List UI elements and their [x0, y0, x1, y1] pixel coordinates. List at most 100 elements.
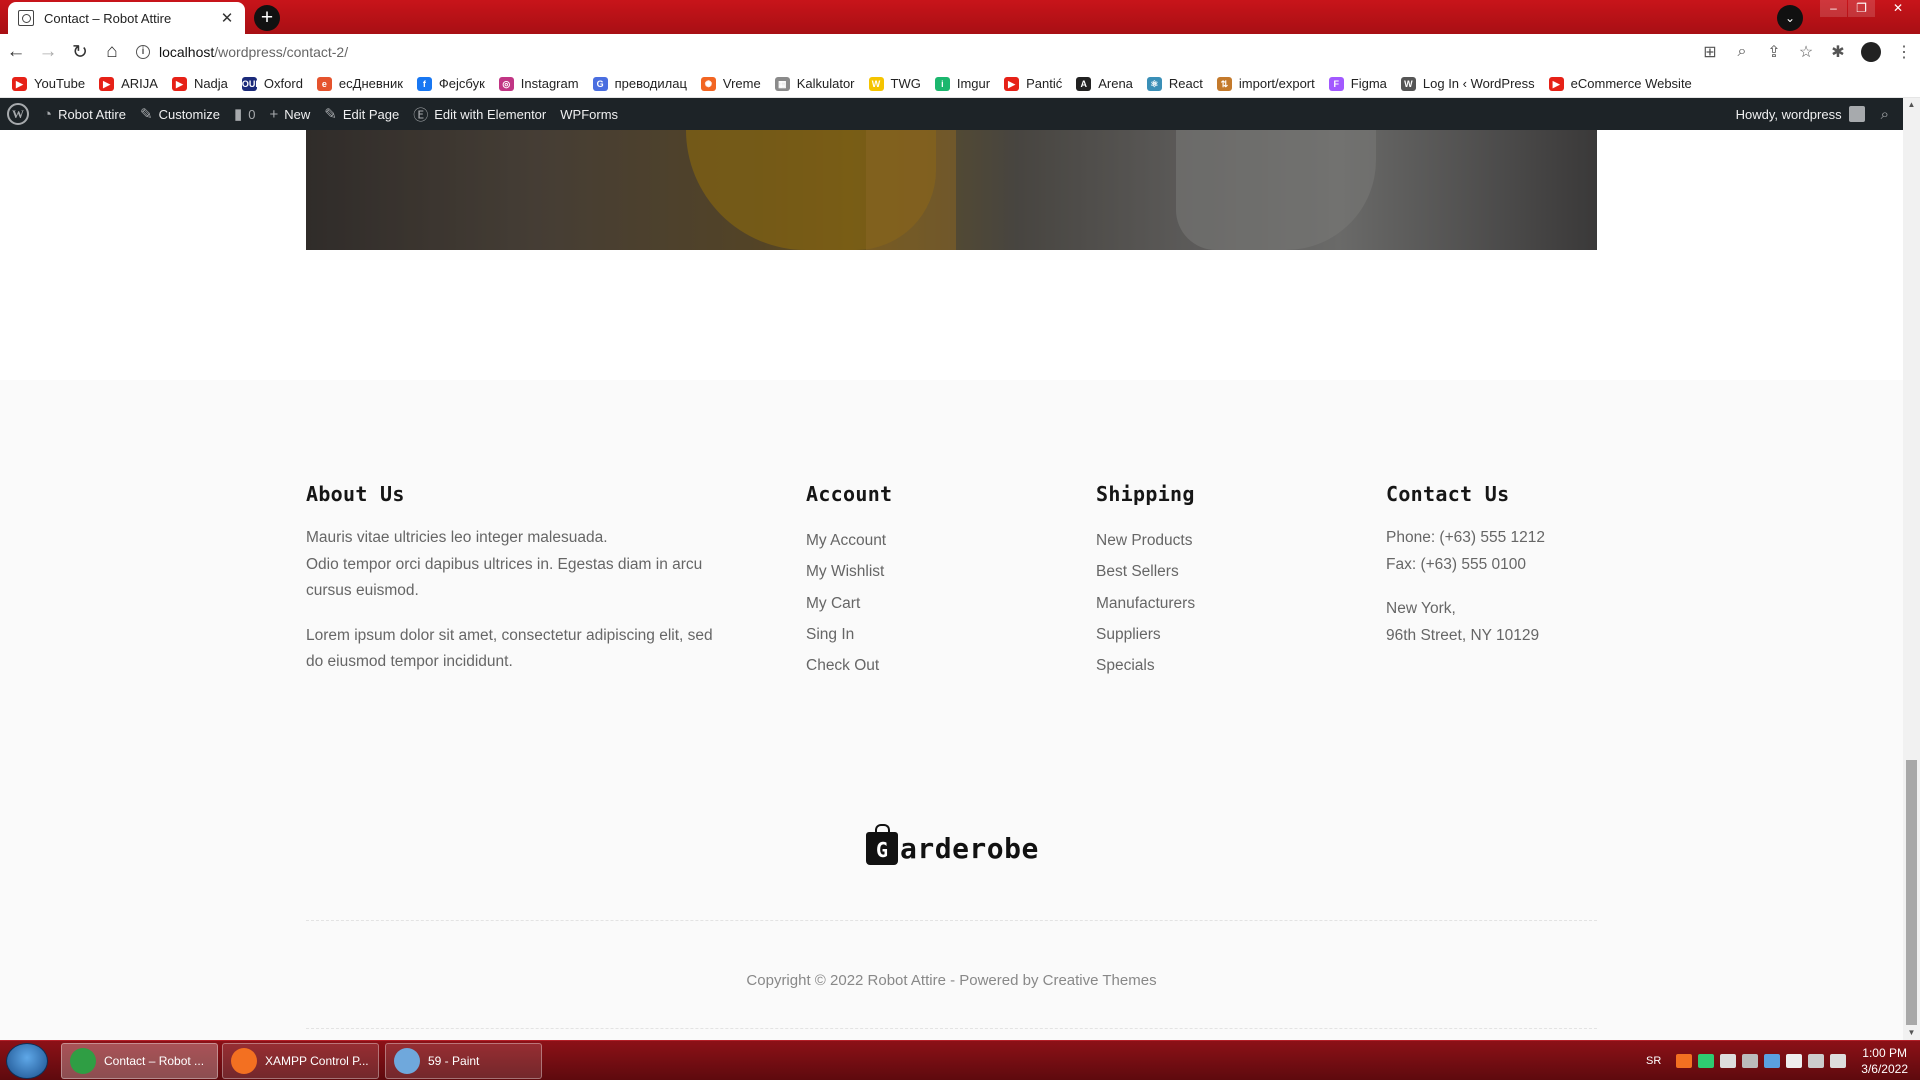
bookmark-item[interactable]: ▶ YouTube — [12, 76, 85, 91]
shipping-heading: Shipping — [1096, 482, 1195, 506]
restore-button[interactable]: ❐ — [1848, 0, 1875, 17]
browser-tab[interactable]: Contact – Robot Attire ✕ — [8, 2, 245, 34]
bookmark-favicon-icon: ▦ — [774, 76, 790, 91]
admin-account[interactable]: Howdy, wordpress ⌕ — [1736, 98, 1889, 130]
minimize-button[interactable]: – — [1820, 0, 1847, 17]
scroll-down-arrow-icon[interactable]: ▼ — [1903, 1026, 1920, 1040]
bookmark-item[interactable]: f Фејсбук — [416, 76, 485, 91]
zoom-icon[interactable]: ⌕ — [1726, 36, 1758, 68]
volume-tray-icon[interactable] — [1830, 1054, 1847, 1068]
close-window-button[interactable]: ✕ — [1876, 0, 1920, 17]
bookmark-item[interactable]: F Figma — [1328, 76, 1387, 91]
admin-customize[interactable]: ✎ Customize — [140, 105, 220, 123]
elementor-icon: Ⓔ — [413, 106, 429, 124]
bookmark-item[interactable]: ▦ Kalkulator — [774, 76, 855, 91]
bookmark-item[interactable]: ✺ Vreme — [700, 76, 761, 91]
admin-comments[interactable]: ▮ 0 — [234, 105, 256, 123]
bookmark-item[interactable]: ▶ eCommerce Website — [1548, 76, 1692, 91]
bookmark-item[interactable]: W Log In ‹ WordPress — [1400, 76, 1535, 91]
user-avatar-icon — [1848, 106, 1865, 122]
shipping-link[interactable]: New Products — [1096, 525, 1326, 556]
clock-date: 3/6/2022 — [1861, 1062, 1908, 1076]
admin-edit-page[interactable]: ✎ Edit Page — [324, 105, 399, 123]
admin-new[interactable]: + New — [270, 106, 311, 123]
reload-button[interactable]: ↻ — [64, 36, 96, 68]
admin-wpforms[interactable]: WPForms — [560, 107, 618, 122]
site-info-icon[interactable]: i — [136, 45, 150, 59]
flag-tray-icon[interactable] — [1786, 1054, 1803, 1068]
taskbar-item[interactable]: 59 - Paint — [385, 1043, 542, 1079]
tab-close-icon[interactable]: ✕ — [219, 9, 235, 27]
admin-search-icon[interactable]: ⌕ — [1881, 106, 1889, 123]
account-link[interactable]: My Wishlist — [806, 556, 1036, 587]
usb-tray-icon[interactable] — [1742, 1054, 1759, 1068]
footer-divider — [306, 1028, 1597, 1029]
back-button[interactable]: ← — [0, 36, 32, 68]
address-bar[interactable]: i localhost /wordpress/contact-2/ — [136, 38, 1694, 66]
windows-taskbar: Contact – Robot ... XAMPP Control P... 59 … — [0, 1040, 1920, 1080]
admin-elementor[interactable]: Ⓔ Edit with Elementor — [413, 104, 546, 125]
shipping-link[interactable]: Specials — [1096, 650, 1326, 681]
bookmark-item[interactable]: Gпреводилац — [592, 76, 687, 91]
garderobe-logo[interactable]: G arderobe — [866, 824, 1039, 865]
bookmark-favicon-icon: G — [592, 76, 608, 91]
account-link[interactable]: Sing In — [806, 619, 1036, 650]
bookmark-item[interactable]: ⇅ import/export — [1216, 76, 1315, 91]
bookmark-favicon-icon: A — [1076, 76, 1092, 91]
bookmark-favicon-icon: i — [934, 76, 950, 91]
language-indicator[interactable]: SR — [1646, 1055, 1661, 1067]
bookmark-star-icon[interactable]: ☆ — [1790, 36, 1822, 68]
taskbar-item[interactable]: Contact – Robot ... — [61, 1043, 218, 1079]
bookmark-label: import/export — [1238, 76, 1315, 91]
about-text: Odio tempor orci dapibus ultrices in. Eg… — [306, 555, 703, 573]
profile-avatar-icon[interactable] — [1861, 42, 1881, 62]
account-link[interactable]: My Account — [806, 525, 1036, 556]
display-tray-icon[interactable] — [1808, 1054, 1825, 1068]
scrollbar-thumb[interactable] — [1906, 760, 1917, 1025]
bookmark-item[interactable]: W TWG — [868, 76, 921, 91]
bookmark-item[interactable]: OUP Oxford — [241, 76, 303, 91]
bookmark-item[interactable]: ▶ Pantić — [1004, 76, 1062, 91]
shipping-link[interactable]: Manufacturers — [1096, 588, 1326, 619]
brush-icon: ✎ — [140, 106, 153, 123]
admin-site-name[interactable]: ◔ Robot Attire — [43, 106, 126, 123]
xampp-tray-icon[interactable] — [1676, 1054, 1693, 1068]
bookmark-favicon-icon: F — [1328, 76, 1344, 91]
bookmark-item[interactable]: ◎ Instagram — [498, 76, 579, 91]
bookmark-item[interactable]: ▶ ARIJA — [99, 76, 158, 91]
shipping-link[interactable]: Suppliers — [1096, 619, 1326, 650]
share-icon[interactable]: ⇪ — [1758, 36, 1790, 68]
bookmark-item[interactable]: ⚛ React — [1146, 76, 1203, 91]
start-button[interactable] — [6, 1043, 48, 1079]
bookmark-label: Vreme — [722, 76, 761, 91]
clock[interactable]: 1:00 PM 3/6/2022 — [1861, 1045, 1908, 1077]
logo-text: arderobe — [900, 832, 1039, 865]
bookmark-label: React — [1168, 76, 1203, 91]
wordpress-logo-icon[interactable]: W — [7, 103, 29, 125]
tab-search-button[interactable]: ⌄ — [1777, 5, 1803, 31]
shield-tray-icon[interactable] — [1698, 1054, 1715, 1068]
forward-button[interactable]: → — [32, 36, 64, 68]
shipping-link[interactable]: Best Sellers — [1096, 556, 1326, 587]
bookmark-item[interactable]: i Imgur — [934, 76, 991, 91]
bluetooth-tray-icon[interactable] — [1764, 1054, 1781, 1068]
network-tray-icon[interactable] — [1720, 1054, 1737, 1068]
taskbar-item[interactable]: XAMPP Control P... — [222, 1043, 379, 1079]
new-tab-button[interactable]: + — [254, 5, 280, 31]
contact-street: 96th Street, NY 10129 — [1386, 626, 1540, 644]
bookmark-label: Log In ‹ WordPress — [1422, 76, 1535, 91]
bookmark-label: Imgur — [956, 76, 991, 91]
account-link[interactable]: Check Out — [806, 650, 1036, 681]
extensions-icon[interactable]: ✱ — [1822, 36, 1854, 68]
home-button[interactable]: ⌂ — [96, 36, 128, 68]
bookmark-item[interactable]: A Arena — [1076, 76, 1133, 91]
bookmark-item[interactable]: ▶ Nadja — [171, 76, 228, 91]
bookmark-favicon-icon: ▶ — [12, 76, 27, 91]
scroll-up-arrow-icon[interactable]: ▲ — [1903, 98, 1920, 112]
translate-icon[interactable]: ⊞ — [1694, 36, 1726, 68]
account-link[interactable]: My Cart — [806, 588, 1036, 619]
bookmark-item[interactable]: e есДневник — [316, 76, 403, 91]
bookmarks-bar: ▶ YouTube ▶ ARIJA ▶ Nadja OUP Oxford e есДневник f… — [0, 70, 1920, 98]
page-scrollbar[interactable]: ▲ ▼ — [1903, 98, 1920, 1040]
chrome-menu-icon[interactable]: ⋮ — [1888, 36, 1920, 68]
